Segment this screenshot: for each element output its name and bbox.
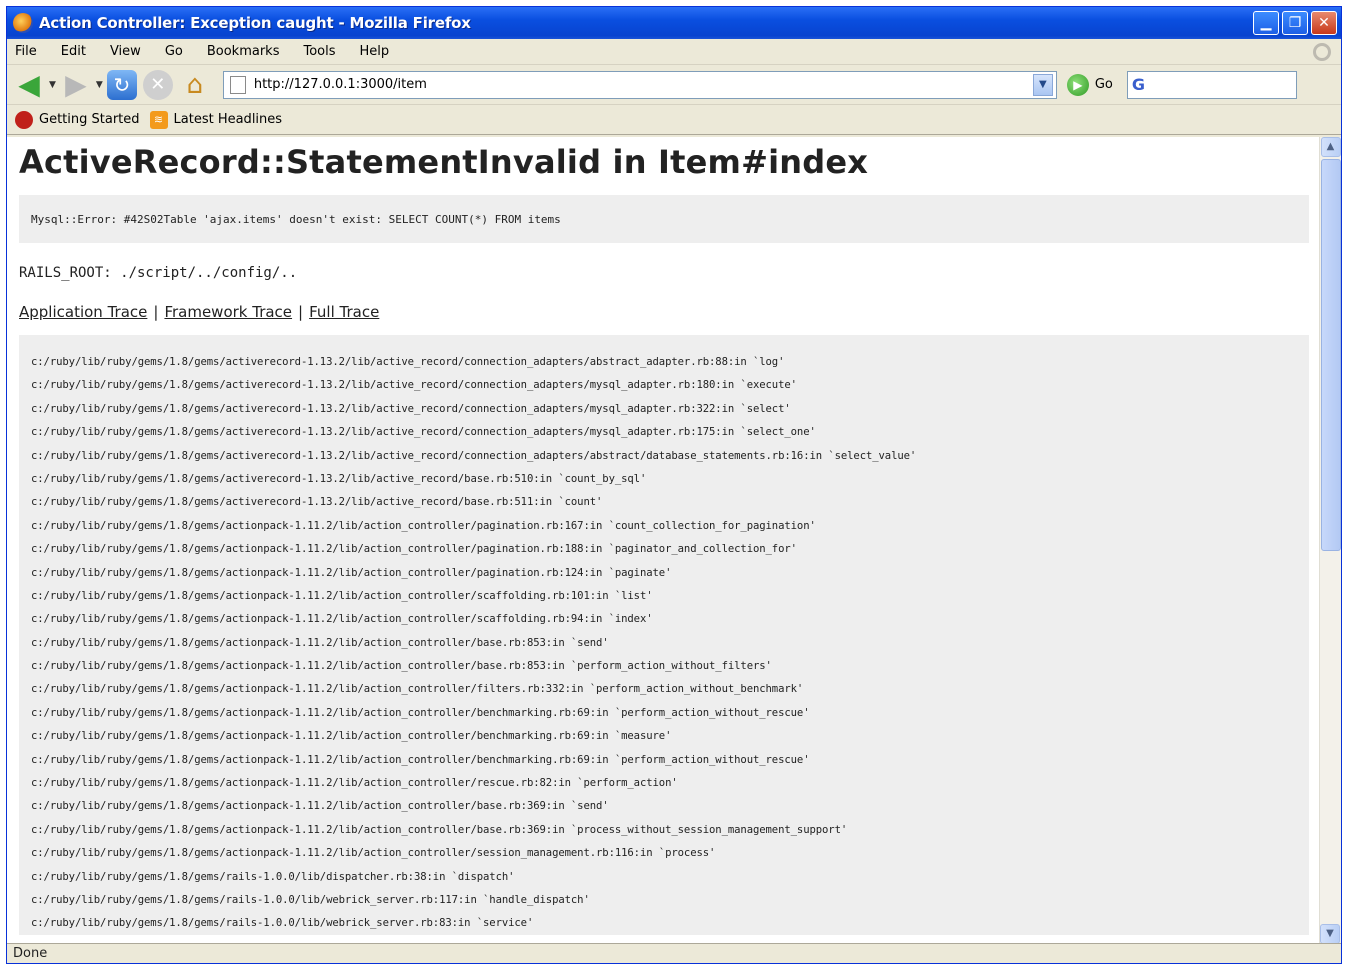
trace-line: c:/ruby/lib/ruby/gems/1.8/gems/activerec… [31,496,603,509]
trace-line: c:/ruby/lib/ruby/gems/1.8/gems/activerec… [31,379,797,392]
page-content: ActiveRecord::StatementInvalid in Item#i… [19,137,1309,935]
bookmark-label: Getting Started [39,112,140,127]
page-icon [229,75,246,94]
trace-line: c:/ruby/lib/ruby/gems/1.8/gems/actionpac… [31,613,653,626]
minimize-button[interactable]: ▁ [1253,11,1279,35]
scroll-down-icon[interactable]: ▼ [1320,924,1340,944]
full-trace-link[interactable]: Full Trace [309,303,379,321]
error-message: Mysql::Error: #42S02Table 'ajax.items' d… [31,213,561,226]
trace-line: c:/ruby/lib/ruby/gems/1.8/gems/actionpac… [31,777,678,790]
trace-line: c:/ruby/lib/ruby/gems/1.8/gems/actionpac… [31,589,653,602]
search-box[interactable]: G [1126,70,1297,99]
status-text: Done [13,946,48,961]
trace-line: c:/ruby/lib/ruby/gems/1.8/gems/activerec… [31,449,917,462]
close-button[interactable]: ✕ [1311,11,1337,35]
home-icon[interactable]: ⌂ [179,70,211,100]
trace-line: c:/ruby/lib/ruby/gems/1.8/gems/actionpac… [31,823,848,836]
trace-line: c:/ruby/lib/ruby/gems/1.8/gems/actionpac… [31,753,810,766]
application-trace-link[interactable]: Application Trace [19,303,147,321]
window-title: Action Controller: Exception caught - Mo… [39,14,471,32]
menu-file[interactable]: File [15,44,37,59]
rss-icon: ≋ [149,110,168,129]
status-bar: Done [7,943,1341,963]
menu-go[interactable]: Go [165,44,183,59]
browser-window: Action Controller: Exception caught - Mo… [6,6,1342,964]
firefox-start-icon [15,110,33,129]
trace-line: c:/ruby/lib/ruby/gems/1.8/gems/actionpac… [31,519,816,532]
address-bar[interactable]: http://127.0.0.1:3000/item ▼ [222,70,1057,99]
bookmark-label: Latest Headlines [173,112,283,127]
menu-bar: File Edit View Go Bookmarks Tools Help [7,39,1341,65]
forward-arrow-icon[interactable]: ▶ [60,69,92,100]
framework-trace-link[interactable]: Framework Trace [164,303,292,321]
bookmarks-toolbar: Getting Started ≋ Latest Headlines [7,105,1341,135]
trace-line: c:/ruby/lib/ruby/gems/1.8/gems/rails-1.0… [31,893,590,906]
go-button[interactable]: Go [1095,77,1113,92]
reload-icon[interactable]: ↻ [106,69,137,100]
trace-line: c:/ruby/lib/ruby/gems/1.8/gems/actionpac… [31,683,804,696]
stack-trace: c:/ruby/lib/ruby/gems/1.8/gems/activerec… [19,335,1309,935]
trace-line: c:/ruby/lib/ruby/gems/1.8/gems/actionpac… [31,543,797,556]
trace-line: c:/ruby/lib/ruby/gems/1.8/gems/actionpac… [31,566,672,579]
scroll-thumb[interactable] [1321,159,1341,551]
back-dropdown-icon[interactable]: ▼ [49,80,56,90]
url-dropdown-icon[interactable]: ▼ [1032,73,1053,96]
bookmark-getting-started[interactable]: Getting Started [15,110,140,129]
firefox-logo-icon [13,13,33,33]
trace-line: c:/ruby/lib/ruby/gems/1.8/gems/rails-1.0… [31,870,515,883]
vertical-scrollbar[interactable]: ▲ ▼ [1319,137,1341,944]
trace-line: c:/ruby/lib/ruby/gems/1.8/gems/actionpac… [31,800,609,813]
scroll-up-icon[interactable]: ▲ [1320,137,1341,157]
error-message-box: Mysql::Error: #42S02Table 'ajax.items' d… [19,195,1309,243]
window-controls: ▁ ❐ ✕ [1253,11,1337,35]
maximize-button[interactable]: ❐ [1282,11,1308,35]
trace-line: c:/ruby/lib/ruby/gems/1.8/gems/activerec… [31,402,791,415]
trace-separator: | [153,303,159,321]
trace-line: c:/ruby/lib/ruby/gems/1.8/gems/actionpac… [31,730,672,743]
bookmark-latest-headlines[interactable]: ≋ Latest Headlines [149,110,283,129]
throbber-icon [1313,42,1331,61]
page-title: ActiveRecord::StatementInvalid in Item#i… [19,143,869,181]
forward-dropdown-icon[interactable]: ▼ [96,80,103,90]
menu-view[interactable]: View [110,44,141,59]
rails-root: RAILS_ROOT: ./script/../config/.. [19,265,298,281]
trace-line: c:/ruby/lib/ruby/gems/1.8/gems/activerec… [31,356,785,368]
stop-icon[interactable]: ✕ [142,69,173,100]
trace-line: c:/ruby/lib/ruby/gems/1.8/gems/actionpac… [31,847,716,860]
go-arrow-icon[interactable]: ▶ [1066,73,1089,96]
menu-tools[interactable]: Tools [303,44,335,59]
menu-help[interactable]: Help [360,44,390,59]
trace-line: c:/ruby/lib/ruby/gems/1.8/gems/actionpac… [31,660,772,673]
google-search-icon[interactable]: G [1132,75,1145,94]
title-bar[interactable]: Action Controller: Exception caught - Mo… [7,7,1341,39]
trace-line: c:/ruby/lib/ruby/gems/1.8/gems/actionpac… [31,636,609,649]
page-viewport: ActiveRecord::StatementInvalid in Item#i… [7,137,1341,944]
trace-line: c:/ruby/lib/ruby/gems/1.8/gems/activerec… [31,426,816,439]
trace-line: c:/ruby/lib/ruby/gems/1.8/gems/rails-1.0… [31,917,534,930]
menu-edit[interactable]: Edit [61,44,86,59]
trace-links: Application Trace | Framework Trace | Full T… [19,303,1309,321]
trace-line: c:/ruby/lib/ruby/gems/1.8/gems/actionpac… [31,706,810,719]
url-text[interactable]: http://127.0.0.1:3000/item [254,77,1033,92]
navigation-toolbar: ◀ ▼ ▶ ▼ ↻ ✕ ⌂ http://127.0.0.1:3000/item… [7,65,1341,105]
trace-line: c:/ruby/lib/ruby/gems/1.8/gems/activerec… [31,472,647,485]
menu-bookmarks[interactable]: Bookmarks [207,44,280,59]
trace-separator: | [298,303,304,321]
back-arrow-icon[interactable]: ◀ [13,69,45,100]
